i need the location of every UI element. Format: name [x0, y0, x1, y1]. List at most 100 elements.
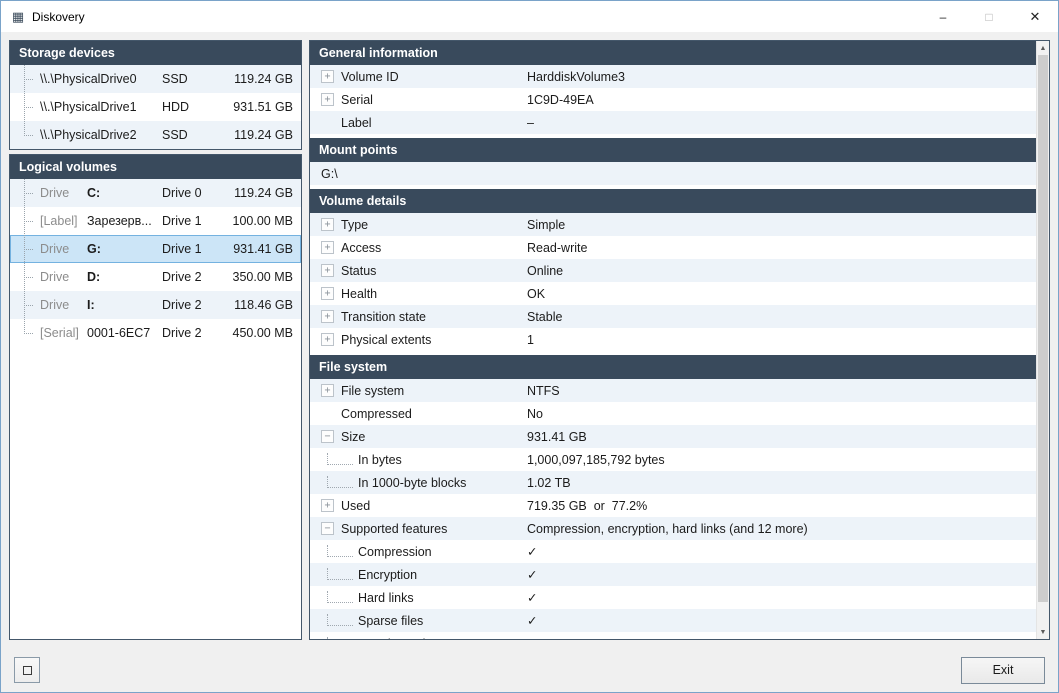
detail-value: Stable: [527, 309, 563, 324]
expand-icon[interactable]: +: [321, 241, 334, 254]
detail-row[interactable]: + Volume ID HarddiskVolume3: [310, 65, 1036, 88]
detail-row[interactable]: Compression ✓: [310, 540, 1036, 563]
scrollbar-down-button[interactable]: ▼: [1037, 625, 1049, 639]
detail-row-left: +Label: [310, 116, 527, 130]
title-bar[interactable]: ▦ Diskovery – □ ✕: [1, 1, 1058, 32]
detail-row[interactable]: In bytes 1,000,097,185,792 bytes: [310, 448, 1036, 471]
detail-label: Size: [341, 429, 366, 444]
detail-row-left: + Status: [310, 264, 527, 278]
device-size: 119.24 GB: [234, 128, 293, 142]
detail-value: ✓: [527, 636, 537, 639]
volume-id: Зарезерв...: [87, 214, 152, 228]
volume-device: Drive 2: [162, 270, 202, 284]
detail-row[interactable]: + Used 719.35 GB or 77.2%: [310, 494, 1036, 517]
detail-label: Physical extents: [341, 332, 432, 347]
detail-row-left: Compression: [310, 544, 527, 559]
volume-kind: Drive: [40, 270, 70, 284]
scrollbar-thumb[interactable]: [1038, 55, 1048, 603]
detail-row[interactable]: + Serial 1C9D-49EA: [310, 88, 1036, 111]
detail-label: USN journal: [358, 637, 425, 640]
detail-row[interactable]: + Access Read-write: [310, 236, 1036, 259]
device-type: SSD: [162, 72, 188, 86]
footer-bar: Exit: [1, 648, 1058, 692]
expand-icon[interactable]: +: [321, 218, 334, 231]
detail-row[interactable]: G:\: [310, 162, 1036, 185]
volume-kind: Drive: [40, 242, 70, 256]
device-size: 931.51 GB: [233, 100, 293, 114]
device-path: \\.\PhysicalDrive1: [40, 100, 137, 114]
detail-row[interactable]: Encryption ✓: [310, 563, 1036, 586]
detail-label: Health: [341, 286, 378, 301]
detail-label: Type: [341, 217, 369, 232]
collapse-icon[interactable]: −: [321, 430, 334, 443]
storage-device-row[interactable]: \\.\PhysicalDrive2 SSD 119.24 GB: [10, 107, 301, 149]
volume-row[interactable]: [Serial] 0001-6EC7 Drive 2 450.00 MB: [10, 305, 301, 347]
volume-id: G:: [87, 242, 101, 256]
square-icon: [22, 665, 32, 675]
detail-row[interactable]: + Physical extents 1: [310, 328, 1036, 351]
minimize-button[interactable]: –: [920, 1, 966, 32]
detail-row[interactable]: + Transition state Stable: [310, 305, 1036, 328]
detail-row[interactable]: + Status Online: [310, 259, 1036, 282]
scrollbar[interactable]: ▲ ▼: [1036, 41, 1049, 639]
collapse-icon[interactable]: −: [321, 522, 334, 535]
detail-value: 931.41 GB: [527, 429, 587, 444]
volume-row[interactable]: Drive G: Drive 1 931.41 GB: [10, 221, 301, 263]
expand-icon[interactable]: +: [321, 287, 334, 300]
detail-row-left: + Access: [310, 241, 527, 255]
expand-icon[interactable]: +: [321, 499, 334, 512]
expand-icon[interactable]: +: [321, 384, 334, 397]
expand-icon[interactable]: +: [321, 264, 334, 277]
close-button[interactable]: ✕: [1012, 1, 1058, 32]
detail-value: 1C9D-49EA: [527, 92, 594, 107]
detail-row[interactable]: In 1000-byte blocks 1.02 TB: [310, 471, 1036, 494]
expand-icon[interactable]: +: [321, 310, 334, 323]
panel-toggle-button[interactable]: [14, 657, 40, 683]
device-type: HDD: [162, 100, 190, 114]
detail-row[interactable]: + Type Simple: [310, 213, 1036, 236]
detail-row-left: + Serial: [310, 93, 527, 107]
volume-row[interactable]: Drive C: Drive 0 119.24 GB: [10, 179, 301, 207]
detail-row[interactable]: − Size 931.41 GB: [310, 425, 1036, 448]
expand-icon[interactable]: +: [321, 333, 334, 346]
tree-connector-icon: [327, 590, 353, 603]
volume-size: 350.00 MB: [232, 270, 293, 284]
detail-row[interactable]: Sparse files ✓: [310, 609, 1036, 632]
detail-label: In bytes: [358, 452, 402, 467]
exit-button[interactable]: Exit: [961, 656, 1045, 684]
volume-size: 100.00 MB: [232, 214, 293, 228]
maximize-button[interactable]: □: [966, 1, 1012, 32]
detail-row[interactable]: + File system NTFS: [310, 379, 1036, 402]
details-panel: General information + Volume ID HarddiskVol…: [309, 40, 1050, 640]
detail-row[interactable]: +CompressedNo: [310, 402, 1036, 425]
expand-icon[interactable]: +: [321, 70, 334, 83]
detail-row[interactable]: USN journal ✓: [310, 632, 1036, 639]
storage-device-row[interactable]: \\.\PhysicalDrive0 SSD 119.24 GB: [10, 65, 301, 93]
volume-size: 931.41 GB: [233, 242, 293, 256]
volume-kind: [Label]: [40, 214, 78, 228]
volume-device: Drive 1: [162, 214, 202, 228]
detail-row-left: +Compressed: [310, 407, 527, 421]
app-icon: ▦: [11, 9, 25, 24]
detail-row[interactable]: − Supported features Compression, encrypti…: [310, 517, 1036, 540]
detail-label: Compression: [358, 544, 432, 559]
volume-row[interactable]: Drive I: Drive 2 118.46 GB: [10, 277, 301, 319]
detail-value: 1,000,097,185,792 bytes: [527, 452, 665, 467]
detail-row[interactable]: + Health OK: [310, 282, 1036, 305]
detail-row[interactable]: +Label–: [310, 111, 1036, 134]
detail-value: 719.35 GB or 77.2%: [527, 498, 648, 513]
expand-icon[interactable]: +: [321, 93, 334, 106]
scrollbar-track[interactable]: [1037, 55, 1049, 625]
detail-row-left: + Type: [310, 218, 527, 232]
detail-row-left: − Supported features: [310, 522, 527, 536]
volume-row[interactable]: [Label] Зарезерв... Drive 1 100.00 MB: [10, 193, 301, 235]
detail-row-left: In 1000-byte blocks: [310, 475, 527, 490]
detail-label: Hard links: [358, 590, 414, 605]
scrollbar-up-button[interactable]: ▲: [1037, 41, 1049, 55]
volume-device: Drive 2: [162, 326, 202, 340]
detail-value: ✓: [527, 568, 538, 582]
volume-row[interactable]: Drive D: Drive 2 350.00 MB: [10, 249, 301, 291]
storage-device-row[interactable]: \\.\PhysicalDrive1 HDD 931.51 GB: [10, 79, 301, 121]
detail-row[interactable]: Hard links ✓: [310, 586, 1036, 609]
detail-value: ✓: [527, 591, 538, 605]
